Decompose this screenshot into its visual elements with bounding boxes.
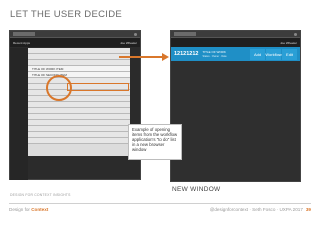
record-id: 12121212 [174, 51, 199, 57]
note-text: Example of opening items from the workfl… [132, 127, 178, 153]
add-button[interactable]: Add [250, 48, 265, 60]
list-item[interactable] [28, 138, 130, 144]
record-body [171, 61, 300, 181]
browser-menu-icon[interactable] [134, 32, 137, 36]
browser-toolbar [10, 31, 140, 38]
app-header: Joe Wheeler [171, 38, 300, 47]
browser-tab[interactable] [174, 32, 196, 36]
highlight-box [67, 83, 129, 91]
brand-prefix: Design for [9, 207, 30, 212]
slide-title: LET THE USER DECIDE [10, 9, 122, 20]
user-name[interactable]: Joe Wheeler [120, 41, 137, 45]
credit-text: @designforcontext · Seth Fosco · UXPA 20… [209, 207, 303, 212]
record-title: TITLE OF WORK [202, 50, 226, 54]
browser-tab[interactable] [13, 32, 35, 36]
browser-toolbar [171, 31, 300, 38]
app-title: Recent Apps [13, 40, 31, 45]
record-subtitle: Status · Owner · Date [202, 55, 227, 58]
sidebar [10, 48, 28, 180]
arrow-head-icon [162, 53, 169, 61]
brand-word: Context [31, 207, 49, 212]
edit-button[interactable]: Edit [282, 48, 297, 60]
workflow-screenshot-left: Recent Apps Joe Wheeler TITLE OF WORK IT… [9, 30, 141, 180]
app-header: Recent Apps Joe Wheeler [10, 38, 140, 47]
page-number: 39 [305, 207, 311, 212]
footer-brand: Design for Context [9, 207, 48, 212]
new-window-label: NEW WINDOW [172, 186, 221, 193]
workflow-button[interactable]: Workflow [265, 48, 282, 60]
footer-divider [9, 203, 311, 204]
annotation-note: Example of opening items from the workfl… [128, 124, 182, 160]
copyright-text: DESIGN FOR CONTEXT INSIGHTS [10, 193, 71, 197]
arrow-line [119, 56, 163, 58]
user-name[interactable]: Joe Wheeler [280, 41, 297, 45]
record-header: 12121212 TITLE OF WORK Status · Owner · … [171, 47, 300, 61]
todo-list: TITLE OF WORK ITEM TITLE OF SECOND ITEM [28, 48, 130, 156]
browser-menu-icon[interactable] [294, 32, 297, 36]
record-actions: Add Workflow Edit [250, 48, 297, 60]
record-info: TITLE OF WORK Status · Owner · Date [202, 50, 226, 58]
footer-credit: @designforcontext · Seth Fosco · UXPA 20… [210, 207, 311, 212]
new-window-screenshot: Joe Wheeler 12121212 TITLE OF WORK Statu… [170, 30, 301, 182]
